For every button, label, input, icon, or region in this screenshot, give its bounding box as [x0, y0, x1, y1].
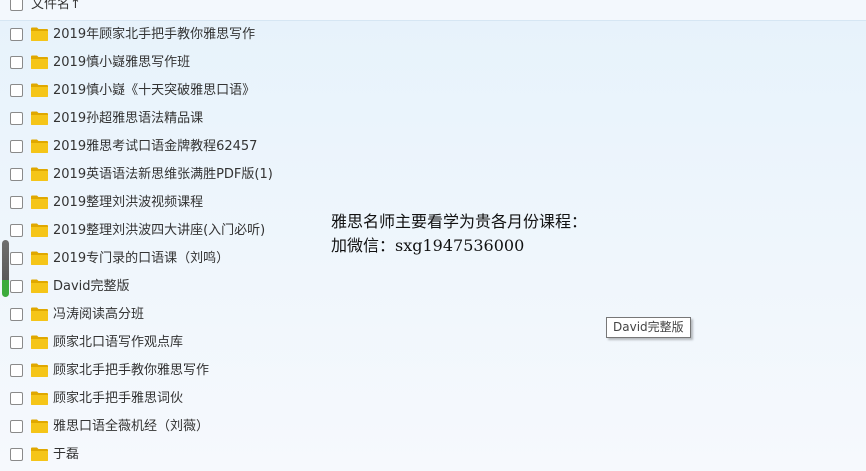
select-all-checkbox[interactable]	[10, 0, 23, 11]
file-name[interactable]: 2019慎小嶷雅思写作班	[53, 54, 190, 72]
file-row[interactable]: 雅思口语全薇机经（刘薇）	[0, 413, 866, 441]
folder-icon	[31, 83, 48, 97]
folder-icon	[31, 139, 48, 153]
overlay-line-2: 加微信：sxg1947536000	[331, 236, 525, 255]
folder-icon	[31, 419, 48, 433]
row-checkbox[interactable]	[10, 252, 23, 265]
overlay-line-1: 雅思名师主要看学为贵各月份课程：	[331, 212, 588, 231]
file-name[interactable]: 雅思口语全薇机经（刘薇）	[53, 418, 209, 436]
file-name[interactable]: 2019年顾家北手把手教你雅思写作	[53, 26, 255, 44]
row-checkbox[interactable]	[10, 112, 23, 125]
file-name[interactable]: 2019整理刘洪波视频课程	[53, 194, 203, 212]
row-checkbox[interactable]	[10, 420, 23, 433]
row-checkbox[interactable]	[10, 224, 23, 237]
folder-icon	[31, 447, 48, 461]
file-name[interactable]: 2019专门录的口语课（刘鸣）	[53, 250, 229, 268]
file-row[interactable]: 顾家北口语写作观点库	[0, 329, 866, 357]
file-row[interactable]: 冯涛阅读高分班	[0, 301, 866, 329]
row-checkbox[interactable]	[10, 84, 23, 97]
file-name[interactable]: 顾家北手把手教你雅思写作	[53, 362, 209, 380]
file-row[interactable]: 2019雅思考试口语金牌教程62457	[0, 133, 866, 161]
file-row[interactable]: David完整版	[0, 273, 866, 301]
folder-icon	[31, 27, 48, 41]
folder-icon	[31, 363, 48, 377]
row-checkbox[interactable]	[10, 392, 23, 405]
file-row[interactable]: 于磊	[0, 441, 866, 469]
folder-icon	[31, 307, 48, 321]
file-name[interactable]: 2019整理刘洪波四大讲座(入门必听)	[53, 222, 265, 240]
file-name[interactable]: 2019英语语法新思维张满胜PDF版(1)	[53, 166, 273, 184]
file-row[interactable]: 2019慎小嶷雅思写作班	[0, 49, 866, 77]
file-name[interactable]: 2019雅思考试口语金牌教程62457	[53, 138, 257, 156]
file-row[interactable]: 顾家北手把手教你雅思写作	[0, 357, 866, 385]
file-name[interactable]: 冯涛阅读高分班	[53, 306, 144, 324]
file-name[interactable]: 2019慎小嶷《十天突破雅思口语》	[53, 82, 255, 100]
file-name[interactable]: 于磊	[53, 446, 79, 464]
row-checkbox[interactable]	[10, 448, 23, 461]
folder-icon	[31, 111, 48, 125]
row-checkbox[interactable]	[10, 56, 23, 69]
row-checkbox[interactable]	[10, 336, 23, 349]
file-name[interactable]: 2019孙超雅思语法精品课	[53, 110, 203, 128]
row-checkbox[interactable]	[10, 196, 23, 209]
row-checkbox[interactable]	[10, 280, 23, 293]
folder-icon	[31, 223, 48, 237]
folder-icon	[31, 55, 48, 69]
overlay-text: 雅思名师主要看学为贵各月份课程： 加微信：sxg1947536000	[331, 210, 587, 258]
file-row[interactable]: 2019慎小嶷《十天突破雅思口语》	[0, 77, 866, 105]
file-list-header: 文件名↑	[0, 0, 866, 21]
folder-icon	[31, 279, 48, 293]
filename-column-header[interactable]: 文件名↑	[31, 0, 81, 13]
folder-icon	[31, 391, 48, 405]
folder-icon	[31, 167, 48, 181]
file-name[interactable]: 顾家北手把手雅思词伙	[53, 390, 183, 408]
file-row[interactable]: 顾家北手把手雅思词伙	[0, 385, 866, 413]
file-name[interactable]: 顾家北口语写作观点库	[53, 334, 183, 352]
file-name[interactable]: David完整版	[53, 278, 130, 296]
row-checkbox[interactable]	[10, 140, 23, 153]
file-row[interactable]: 2019孙超雅思语法精品课	[0, 105, 866, 133]
row-checkbox[interactable]	[10, 308, 23, 321]
scrollbar-thumb[interactable]	[2, 240, 9, 297]
folder-icon	[31, 251, 48, 265]
row-checkbox[interactable]	[10, 28, 23, 41]
hover-tooltip: David完整版	[606, 317, 691, 338]
file-row[interactable]: 2019年顾家北手把手教你雅思写作	[0, 21, 866, 49]
folder-icon	[31, 195, 48, 209]
file-row[interactable]: 2019英语语法新思维张满胜PDF版(1)	[0, 161, 866, 189]
folder-icon	[31, 335, 48, 349]
row-checkbox[interactable]	[10, 364, 23, 377]
row-checkbox[interactable]	[10, 168, 23, 181]
